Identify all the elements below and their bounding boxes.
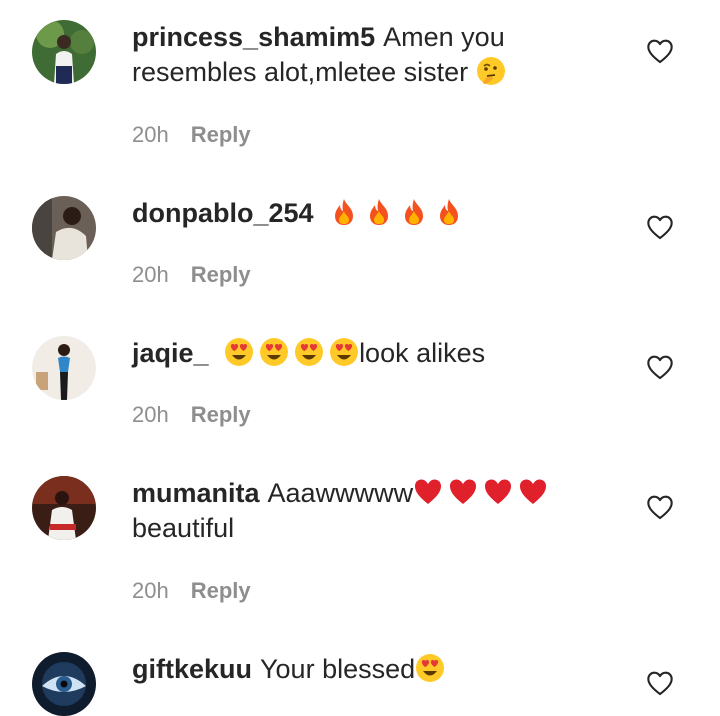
like-heart-icon[interactable]	[646, 214, 674, 240]
reply-button[interactable]: Reply	[191, 578, 251, 603]
comment-body: donpablo_254	[132, 196, 632, 231]
like-heart-icon[interactable]	[646, 670, 674, 696]
comment-username[interactable]: jaqie_	[132, 338, 209, 368]
fire-icon	[434, 197, 464, 227]
comment-body: mumanita Aaawwwww beautiful	[132, 476, 632, 546]
avatar[interactable]	[32, 336, 96, 400]
like-heart-icon[interactable]	[646, 354, 674, 380]
heart-eyes-icon	[329, 337, 359, 367]
comments-list: princess_shamim5 Amen you resembles alot,…	[0, 0, 720, 716]
avatar[interactable]	[32, 652, 96, 716]
red-heart-icon	[518, 477, 548, 507]
comment-username[interactable]: princess_shamim5	[132, 22, 375, 52]
reply-button[interactable]: Reply	[191, 122, 251, 147]
red-heart-icon	[448, 477, 478, 507]
red-heart-icon	[483, 477, 513, 507]
heart-eyes-icon	[294, 337, 324, 367]
comment-username[interactable]: mumanita	[132, 478, 260, 508]
comment-text-continued: beautiful	[132, 513, 235, 543]
thinking-face-icon	[476, 56, 506, 86]
comment-body: giftkekuu Your blessed	[132, 652, 632, 687]
heart-eyes-icon	[415, 653, 445, 683]
fire-icon	[329, 197, 359, 227]
comment-timestamp[interactable]: 20h	[132, 402, 169, 427]
comment-text: look alikes	[359, 338, 486, 368]
reply-button[interactable]: Reply	[191, 262, 251, 287]
fire-icon	[399, 197, 429, 227]
comment-meta: 20h Reply	[132, 578, 251, 604]
comment-timestamp[interactable]: 20h	[132, 122, 169, 147]
comment-timestamp[interactable]: 20h	[132, 578, 169, 603]
comment-meta: 20h Reply	[132, 122, 251, 148]
heart-eyes-icon	[259, 337, 289, 367]
like-heart-icon[interactable]	[646, 38, 674, 64]
red-heart-icon	[413, 477, 443, 507]
fire-icon	[364, 197, 394, 227]
reply-button[interactable]: Reply	[191, 402, 251, 427]
heart-eyes-icon	[224, 337, 254, 367]
avatar[interactable]	[32, 476, 96, 540]
comment-timestamp[interactable]: 20h	[132, 262, 169, 287]
comment-username[interactable]: giftkekuu	[132, 654, 252, 684]
comment-body: jaqie_ look alikes	[132, 336, 632, 371]
comment-text: Your blessed	[260, 654, 416, 684]
comment-meta: 20h Reply	[132, 402, 251, 428]
comment-body: princess_shamim5 Amen you resembles alot,…	[132, 20, 632, 90]
like-heart-icon[interactable]	[646, 494, 674, 520]
avatar[interactable]	[32, 20, 96, 84]
comment-meta: 20h Reply	[132, 262, 251, 288]
comment-text: Aaawwwww	[267, 478, 414, 508]
avatar[interactable]	[32, 196, 96, 260]
comment-username[interactable]: donpablo_254	[132, 198, 314, 228]
